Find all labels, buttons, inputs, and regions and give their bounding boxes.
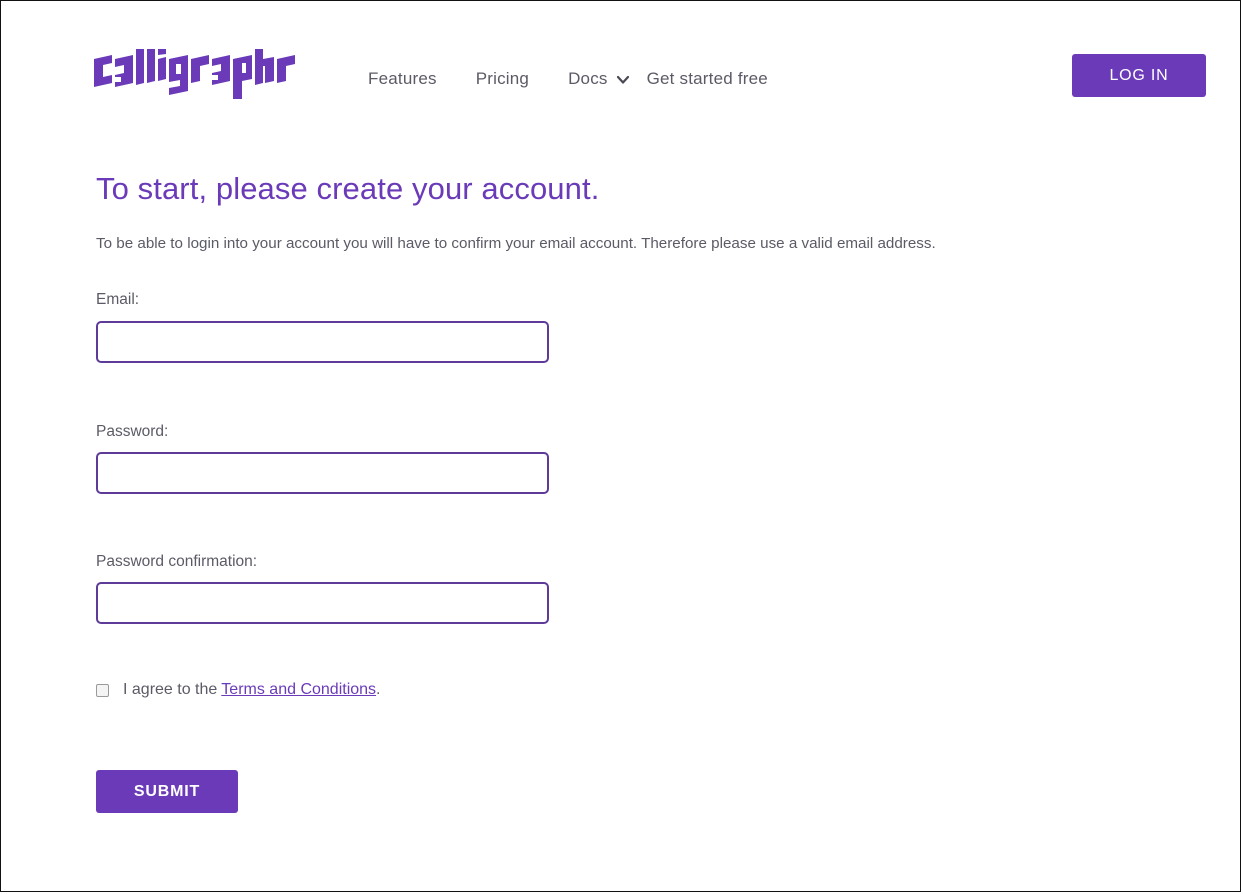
nav-docs-dropdown[interactable]: Docs	[568, 69, 630, 89]
email-input[interactable]	[96, 321, 549, 363]
main-nav: Features Pricing Docs Get started free	[368, 67, 768, 91]
intro-text: To be able to login into your account yo…	[96, 235, 936, 252]
nav-features-label: Features	[368, 69, 437, 88]
terms-prefix-text: I agree to the	[123, 681, 218, 698]
chevron-down-icon	[616, 75, 629, 84]
nav-docs-label: Docs	[568, 69, 608, 88]
login-button[interactable]: LOG IN	[1072, 54, 1206, 97]
page-frame: Features Pricing Docs Get started free L…	[0, 0, 1241, 892]
terms-suffix-text: .	[376, 681, 381, 698]
logo-wordmark-icon	[94, 49, 295, 99]
terms-checkbox[interactable]	[96, 683, 109, 697]
nav-get-started-label: Get started free	[646, 69, 768, 88]
email-label: Email:	[96, 291, 140, 308]
nav-features-link[interactable]: Features	[368, 69, 437, 89]
password-confirmation-input[interactable]	[96, 582, 549, 624]
calligraphr-logo[interactable]	[94, 49, 334, 99]
nav-pricing-label: Pricing	[475, 69, 530, 88]
nav-pricing-link[interactable]: Pricing	[476, 69, 529, 89]
nav-get-started-link[interactable]: Get started free	[647, 69, 768, 89]
terms-agreement-row: I agree to the Terms and Conditions .	[96, 681, 381, 699]
password-label: Password:	[96, 423, 169, 440]
submit-button[interactable]: SUBMIT	[96, 770, 238, 813]
page-title: To start, please create your account.	[96, 171, 600, 206]
password-confirmation-label: Password confirmation:	[96, 553, 258, 570]
terms-and-conditions-link[interactable]: Terms and Conditions	[221, 681, 376, 699]
password-input[interactable]	[96, 452, 549, 494]
